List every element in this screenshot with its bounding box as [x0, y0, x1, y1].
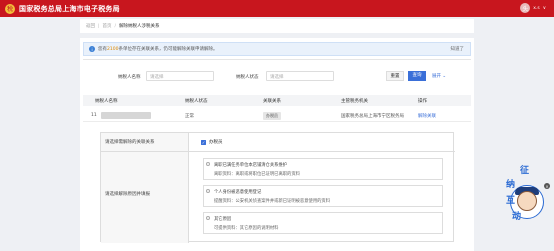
breadcrumb-current: 解除纳税人涉税关系 [119, 24, 160, 29]
mascot-char: 纳 [506, 180, 516, 190]
breadcrumb-separator: / [114, 23, 117, 29]
reason-option-subtitle: 提醒资料：公安机关侦查案件并或新已证明被恶意使用的资料 [214, 199, 331, 204]
table-header: 纳税人名称 纳税人状态 关联关系 主管税务机关 操作 [83, 95, 471, 106]
reason-option[interactable]: 其它原因 可提供资料：其它原因的说明材料 [203, 212, 443, 234]
reason-option-subtitle: 可提供资料：其它原因的说明材料 [214, 226, 279, 231]
table-row[interactable]: 11 正常 办税员 国家税务总局上海市宁区税务局 解除关联 [83, 110, 471, 122]
radio-icon [206, 189, 210, 193]
column-header: 关联关系 [263, 99, 281, 104]
name-filter-label: 纳税人名称 [118, 75, 141, 80]
tax-emblem-icon: 税 [5, 3, 15, 14]
mascot-char: 互 [506, 196, 516, 206]
breadcrumb-separator: | [98, 23, 100, 29]
name-filter-placeholder: 请选择 [150, 75, 164, 80]
username: x.s [533, 5, 540, 11]
reason-option-title: 其它原因 [214, 217, 232, 222]
divider [101, 151, 455, 152]
notice-count: 2100 [107, 46, 119, 52]
reason-option[interactable]: 个人身份被恶意使用登记 提醒资料：公安机关侦查案件并或新已证明被恶意使用的资料 [203, 185, 443, 207]
expand-filters-button[interactable]: 展开 ⌄ [432, 73, 446, 79]
name-filter-select[interactable]: 请选择 [146, 71, 214, 81]
query-button[interactable]: 查询 [408, 71, 426, 81]
notice-banner: i 您有 2100 条单位存在关联关系，仍可能解除关联申请解除。 知道了 [83, 42, 471, 56]
reason-option-title: 个人身份被恶意使用登记 [214, 190, 262, 195]
notice-prefix: 您有 [98, 47, 107, 52]
breadcrumb-home[interactable]: 首页 [103, 23, 112, 29]
interactive-assistant-widget[interactable]: 征 纳 互 动 × [506, 163, 552, 225]
label-column [101, 133, 189, 243]
mascot-face-icon [517, 191, 537, 211]
reason-option-title: 离职已满任务单位本店铺清仓关系维护 [214, 163, 288, 168]
unlink-action-link[interactable]: 解除关联 [418, 113, 436, 119]
row-authority: 国家税务总局上海市宁区税务局 [341, 114, 404, 119]
column-header: 主管税务机关 [341, 99, 368, 104]
radio-icon [206, 162, 210, 166]
status-filter-placeholder: 请选择 [270, 75, 284, 80]
column-header: 纳税人状态 [185, 99, 208, 104]
row-index: 11 [91, 113, 97, 118]
relation-select-label: 请选择需解除的关联关系 [105, 140, 155, 145]
reason-label: 请选择解除原因并填报 [105, 192, 150, 197]
column-header: 纳税人名称 [95, 99, 118, 104]
info-icon: i [89, 46, 95, 52]
close-icon[interactable]: × [544, 183, 550, 189]
relation-checkbox-label: 办税员 [209, 140, 223, 145]
row-status: 正常 [185, 114, 194, 119]
avatar: 头 [520, 3, 531, 13]
unlink-detail-form: 请选择需解除的关联关系 请选择解除原因并填报 ✓ 办税员 离职已满任务单位本店铺… [100, 132, 455, 243]
notice-suffix: 条单位存在关联关系，仍可能解除关联申请解除。 [118, 47, 218, 52]
main-panel: i 您有 2100 条单位存在关联关系，仍可能解除关联申请解除。 知道了 纳税人… [80, 38, 474, 251]
status-filter-label: 纳税人状态 [236, 75, 259, 80]
back-link[interactable]: 返回 [86, 23, 95, 29]
relation-badge: 办税员 [263, 112, 281, 120]
dismiss-notice-button[interactable]: 知道了 [451, 46, 465, 52]
checkbox-checked-icon: ✓ [201, 139, 206, 145]
divider [83, 59, 471, 60]
top-header-bar: 税 国家税务总局上海市电子税务局 头 x.s ∨ [0, 0, 554, 17]
chevron-down-icon: ∨ [542, 5, 546, 11]
mascot-char: 征 [520, 166, 530, 176]
reset-button[interactable]: 重置 [386, 71, 404, 81]
status-filter-select[interactable]: 请选择 [266, 71, 334, 81]
breadcrumb: 返回 | 首页 / 解除纳税人涉税关系 [80, 19, 474, 33]
column-header: 操作 [418, 99, 427, 104]
reason-option-subtitle: 离职资料：离职或将职位已证明已离职的资料 [214, 172, 300, 177]
radio-icon [206, 216, 210, 220]
user-menu[interactable]: 头 x.s ∨ [520, 3, 546, 13]
mascot-char: 动 [512, 212, 522, 222]
filter-bar: 纳税人名称 请选择 纳税人状态 请选择 重置 查询 展开 ⌄ [80, 71, 474, 83]
redacted-taxpayer-name [101, 112, 151, 119]
reason-option[interactable]: 离职已满任务单位本店铺清仓关系维护 离职资料：离职或将职位已证明已离职的资料 [203, 158, 443, 180]
site-title: 国家税务总局上海市电子税务局 [19, 4, 120, 13]
relation-checkbox[interactable]: ✓ 办税员 [201, 139, 223, 145]
